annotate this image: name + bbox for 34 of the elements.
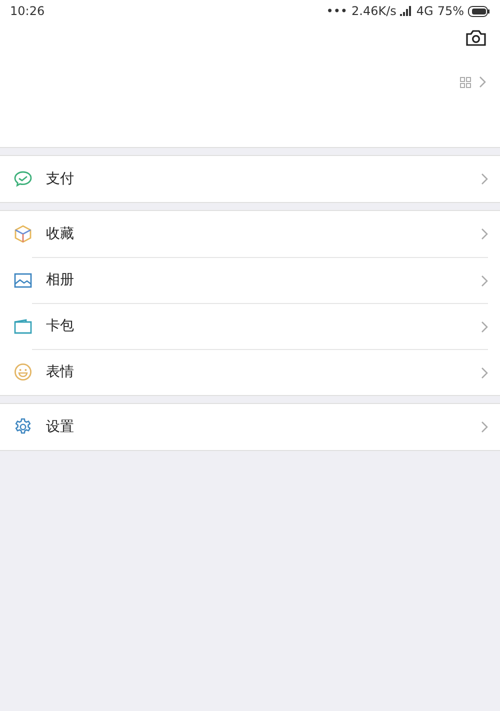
menu-item[interactable]: 收藏 bbox=[0, 211, 500, 257]
settings-icon bbox=[14, 418, 32, 436]
battery-icon bbox=[468, 6, 490, 16]
camera-icon[interactable] bbox=[466, 30, 486, 46]
network-type: 4G bbox=[416, 3, 434, 20]
qr-code-icon[interactable] bbox=[460, 76, 471, 88]
menu-item[interactable]: 相册 bbox=[0, 257, 500, 303]
chevron-right-icon bbox=[481, 421, 488, 433]
chat-check-icon bbox=[14, 171, 32, 187]
battery-percent: 75% bbox=[437, 3, 464, 20]
chevron-right-icon[interactable] bbox=[479, 76, 486, 88]
chevron-right-icon bbox=[481, 366, 488, 378]
menu-item[interactable]: 设置 bbox=[0, 404, 500, 450]
cube-icon bbox=[14, 225, 32, 243]
chevron-right-icon bbox=[481, 173, 488, 185]
signal-icon bbox=[400, 6, 412, 16]
image-icon bbox=[14, 272, 32, 288]
menu-item[interactable]: 表情 bbox=[0, 349, 500, 395]
menu-label: 卡包 bbox=[46, 317, 74, 336]
menu-label: 设置 bbox=[46, 418, 74, 436]
clock-time: 10:26 bbox=[10, 3, 45, 20]
network-speed: 2.46K/s bbox=[352, 3, 396, 20]
chevron-right-icon bbox=[481, 228, 488, 240]
menu-label: 表情 bbox=[46, 363, 74, 382]
wallet-icon bbox=[14, 318, 32, 334]
menu-item[interactable]: 卡包 bbox=[0, 303, 500, 349]
menu-label: 支付 bbox=[46, 170, 74, 188]
menu-label: 相册 bbox=[46, 271, 74, 290]
chevron-right-icon bbox=[481, 274, 488, 286]
menu-item[interactable]: 支付 bbox=[0, 156, 500, 202]
more-dots: ••• bbox=[326, 3, 348, 20]
smiley-icon bbox=[14, 363, 32, 381]
chevron-right-icon bbox=[481, 320, 488, 332]
menu-label: 收藏 bbox=[46, 224, 74, 244]
